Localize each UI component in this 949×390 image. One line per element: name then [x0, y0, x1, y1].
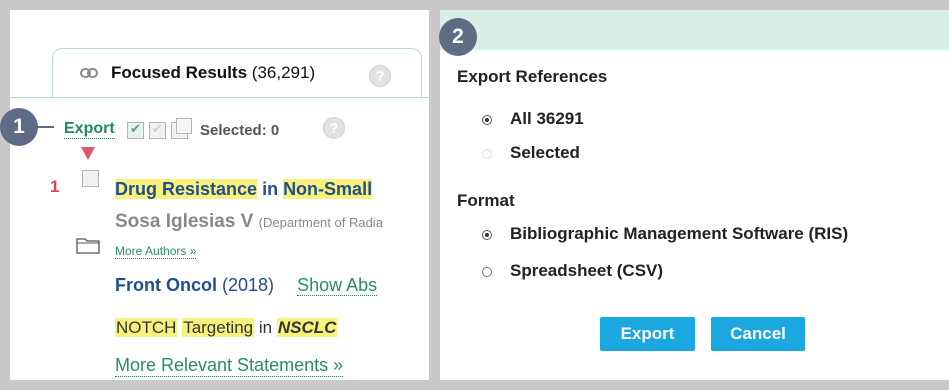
result-author: Sosa Iglesias V (Department of Radia	[115, 211, 383, 233]
help-icon[interactable]: ?	[369, 65, 391, 87]
step-2-badge: 2	[439, 18, 477, 56]
format-csv-label[interactable]: Spreadsheet (CSV)	[510, 261, 663, 281]
export-button[interactable]: Export	[600, 317, 695, 351]
result-title-highlight: Drug Resistance	[115, 179, 258, 199]
tab-divider	[10, 97, 429, 98]
more-statements-link[interactable]: More Relevant Statements »	[115, 355, 344, 377]
journal-name[interactable]: Front Oncol	[115, 275, 217, 295]
show-abstract-link[interactable]: Show Abs	[297, 275, 378, 296]
tab-title[interactable]: Focused Results (36,291)	[111, 63, 315, 83]
format-title: Format	[457, 191, 515, 210]
radio-all[interactable]	[482, 115, 492, 125]
select-multi-checkbox[interactable]	[171, 118, 192, 139]
folder-icon[interactable]	[76, 236, 100, 254]
export-dialog: Export References All 36291 Selected For…	[440, 10, 949, 380]
dialog-header	[440, 10, 949, 50]
help-icon[interactable]: ?	[323, 117, 345, 139]
result-title-word: in	[262, 179, 279, 199]
format-ris-label[interactable]: Bibliographic Management Software (RIS)	[510, 224, 848, 244]
result-number: 1	[50, 177, 60, 196]
result-tags: NOTCH Targeting in NSCLC	[115, 318, 338, 338]
radio-csv[interactable]	[482, 267, 492, 277]
author-department: (Department of Radia	[258, 215, 383, 230]
tab-title-label: Focused Results	[111, 63, 248, 82]
radio-ris[interactable]	[482, 230, 492, 240]
selected-count: Selected: 0	[200, 122, 280, 139]
export-references-title: Export References	[457, 67, 608, 86]
export-link[interactable]: Export	[64, 120, 115, 139]
step-1-badge: 1	[0, 108, 38, 146]
result-checkbox[interactable]	[82, 170, 99, 187]
journal-year: (2018)	[222, 275, 275, 295]
more-authors-link[interactable]: More Authors »	[115, 244, 197, 259]
results-panel: Focused Results (36,291) ? Export Select…	[10, 10, 429, 380]
tag-connector: in	[258, 318, 273, 337]
radio-selected[interactable]	[482, 149, 492, 159]
author-name: Sosa Iglesias V	[115, 211, 254, 232]
select-all-checkbox[interactable]	[149, 121, 166, 139]
result-title[interactable]: Drug Resistance in Non-Small	[115, 179, 373, 200]
link-icon	[80, 68, 98, 78]
tab-result-count: (36,291)	[251, 63, 316, 82]
step-1-connector	[36, 126, 54, 128]
option-all-label[interactable]: All 36291	[510, 109, 584, 129]
pointer-arrow-icon	[81, 147, 95, 160]
select-page-checkbox[interactable]	[127, 121, 144, 139]
result-title-highlight: Non-Small	[283, 179, 373, 199]
tag-term: Targeting	[182, 318, 255, 337]
cancel-button[interactable]: Cancel	[711, 317, 805, 351]
option-selected-label[interactable]: Selected	[510, 143, 580, 163]
result-journal: Front Oncol (2018) Show Abs	[115, 275, 378, 296]
tag-term: NOTCH	[115, 318, 178, 337]
tag-term: NSCLC	[276, 318, 338, 337]
